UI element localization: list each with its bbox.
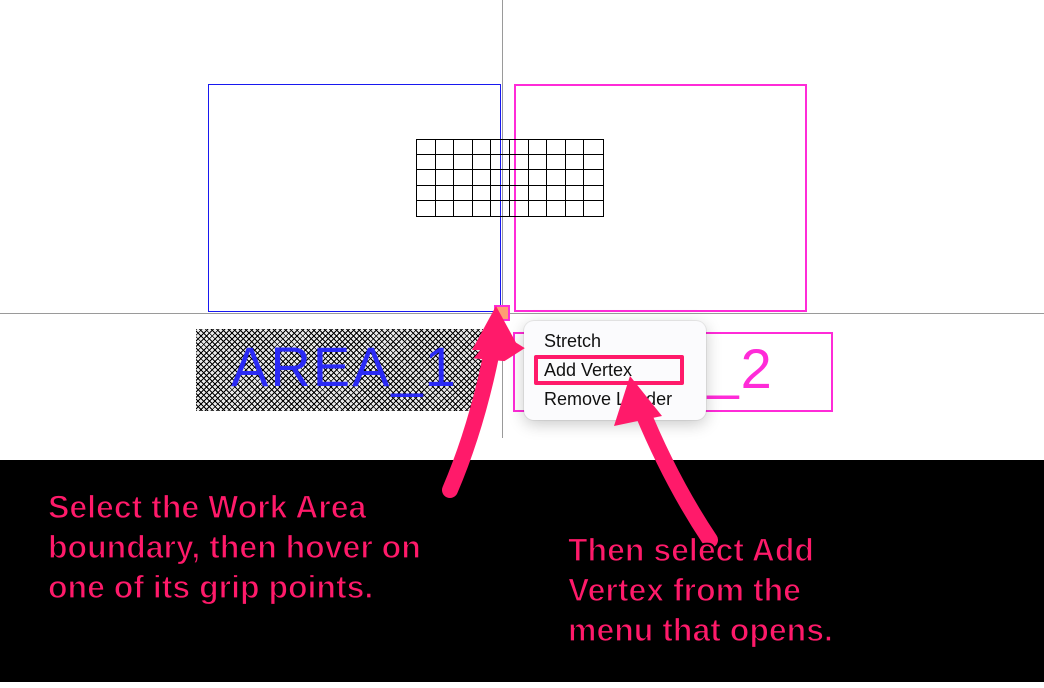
grid-object[interactable]	[416, 139, 604, 217]
grip-context-menu: Stretch Add Vertex Remove Leader	[524, 321, 706, 420]
annotation-left: Select the Work Area boundary, then hove…	[48, 487, 478, 607]
menu-item-remove-leader[interactable]: Remove Leader	[524, 385, 706, 414]
grip-point[interactable]	[494, 305, 510, 321]
drawing-canvas[interactable]: AREA_1 AREA_2 Stretch Add Vertex Remove …	[0, 0, 1044, 688]
menu-item-add-vertex[interactable]: Add Vertex	[524, 356, 706, 385]
axis-horizontal	[0, 313, 1044, 314]
area-1-label: AREA_1	[231, 334, 458, 399]
axis-vertical	[502, 0, 503, 438]
menu-item-stretch[interactable]: Stretch	[524, 327, 706, 356]
annotation-right: Then select Add Vertex from the menu tha…	[568, 530, 988, 650]
